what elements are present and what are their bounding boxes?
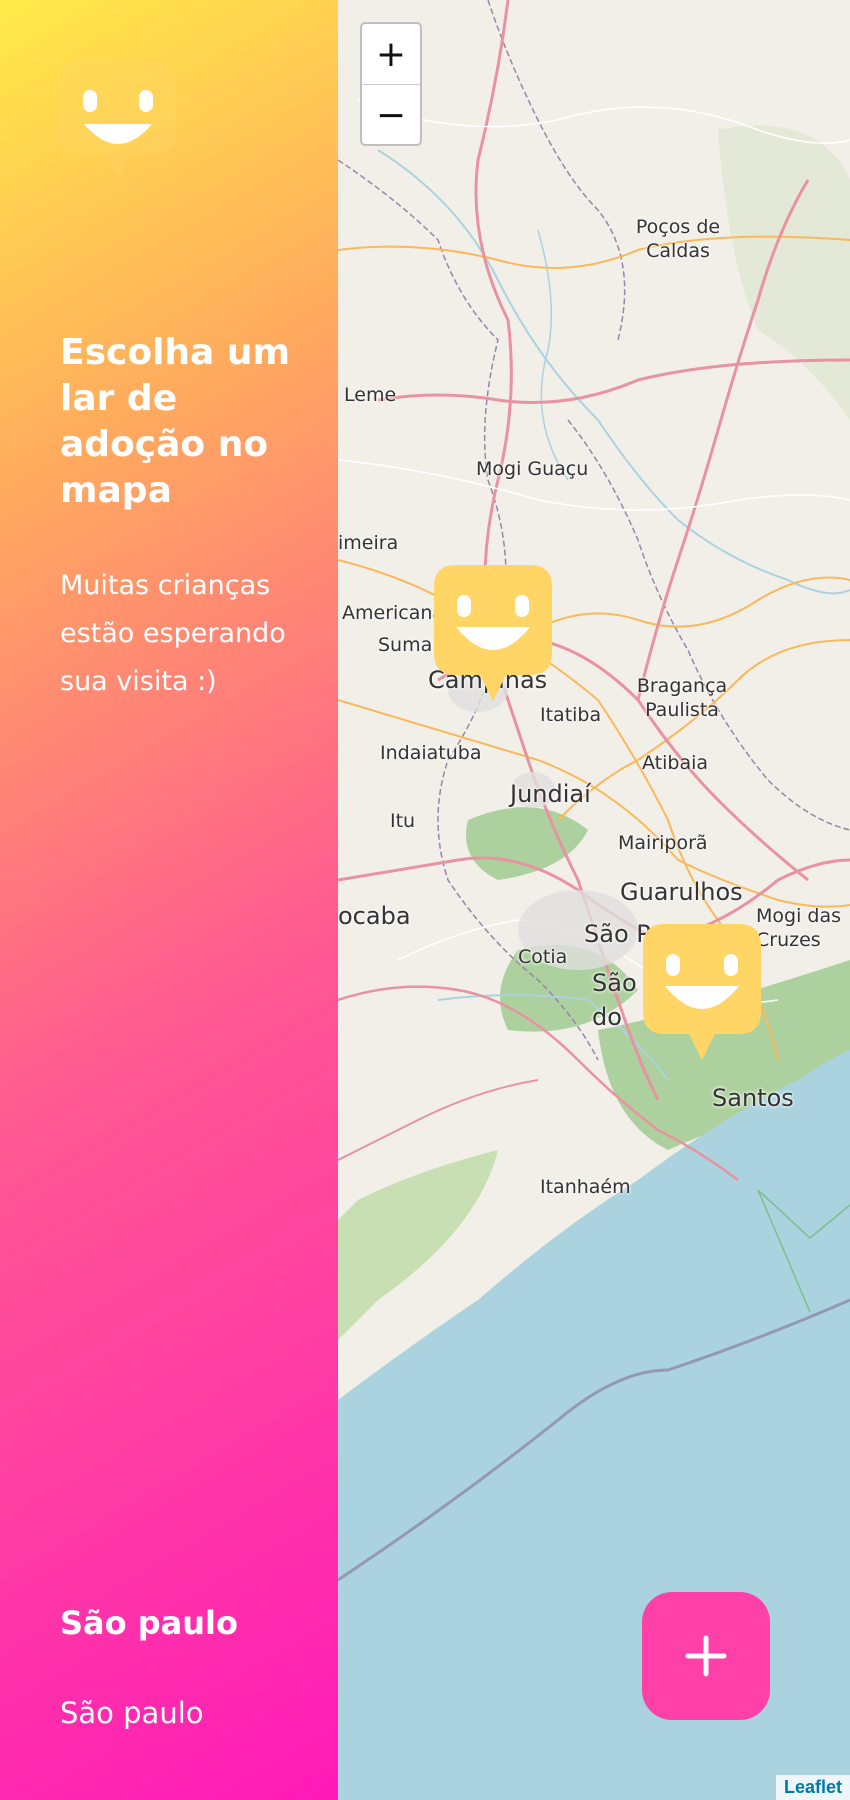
map-label-atibaia: Atibaia [642, 752, 709, 774]
smile-face-icon[interactable] [60, 60, 176, 178]
zoom-control: + − [360, 22, 422, 146]
orphanage-marker[interactable] [434, 565, 552, 705]
map-label-itanhaem: Itanhaém [540, 1176, 631, 1198]
add-orphanage-button[interactable] [642, 1592, 770, 1720]
page-title: Escolha um lar de adoção no mapa [60, 332, 291, 511]
map-label-cotia: Cotia [518, 946, 568, 968]
map-label-sumare: Sumar [378, 634, 441, 656]
current-state: São paulo [60, 1696, 204, 1730]
map-label-americana: Americana [342, 602, 445, 624]
map-label-braganca: Bragança Paulista [636, 675, 728, 721]
map-label-pocos: Poços de Caldas [635, 216, 721, 262]
map-label-limeira: imeira [338, 532, 399, 554]
map-label-santos: Santos [712, 1084, 794, 1112]
map-label-itu: Itu [390, 810, 416, 832]
map-label-itatiba: Itatiba [540, 704, 602, 726]
current-city: São paulo [60, 1604, 238, 1642]
plus-icon [685, 1635, 727, 1677]
map-label-sorocaba: ocaba [338, 902, 411, 930]
page-description: Muitas crianças estão esperando sua visi… [60, 570, 286, 697]
map-label-mairipora: Mairiporã [618, 832, 708, 854]
map-label-sao-paulo: São P [584, 920, 651, 948]
map-label-mogi-guacu: Mogi Guaçu [476, 458, 589, 480]
orphanage-marker[interactable] [643, 924, 761, 1064]
sidebar: Escolha um lar de adoção no mapa Muitas … [0, 0, 338, 1800]
map-label-jundiai: Jundiaí [510, 780, 591, 808]
map-label-guarulhos: Guarulhos [620, 878, 743, 906]
map-tiles[interactable] [338, 0, 850, 1800]
map-label-leme: Leme [344, 384, 397, 406]
map-view[interactable]: Poços de Caldas Leme Mogi Guaçu imeira A… [338, 0, 850, 1800]
map-label-indaiatuba: Indaiatuba [380, 742, 482, 764]
map-attribution-link[interactable]: Leaflet [775, 1775, 850, 1800]
map-label-mogi-cruzes: Mogi das Cruzes [756, 905, 841, 951]
zoom-out-button[interactable]: − [362, 85, 420, 144]
zoom-in-button[interactable]: + [362, 24, 420, 85]
